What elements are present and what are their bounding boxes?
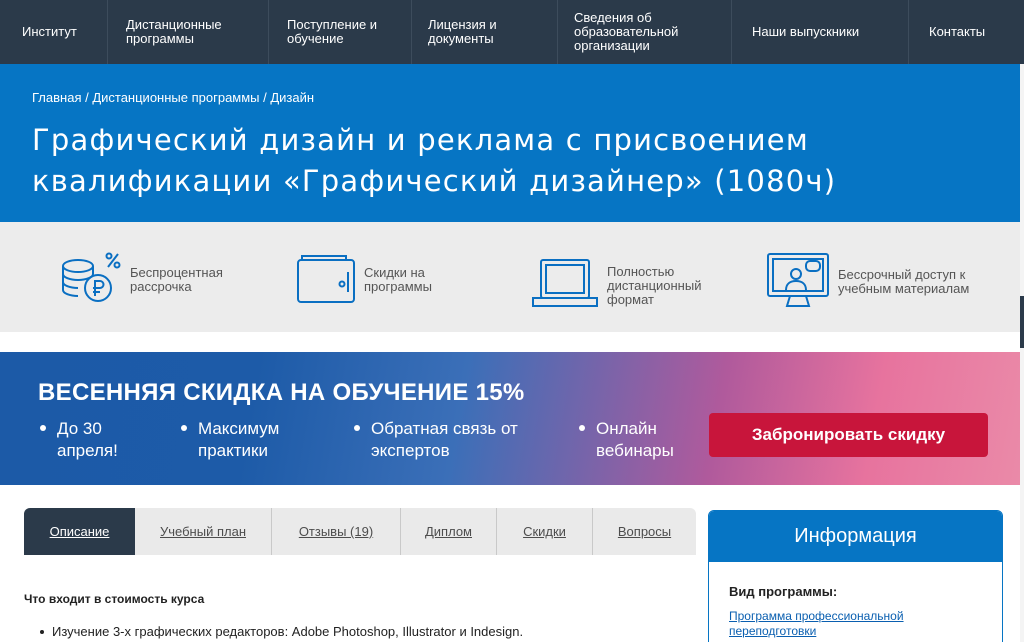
feature-text: Бессрочный доступ к учебным материалам (838, 266, 970, 296)
bullet-icon (354, 425, 360, 431)
nav-item-admission[interactable]: Поступление и обучение (269, 0, 412, 64)
nav-item-distance-programs[interactable]: Дистанционные программы (108, 0, 269, 64)
promo-point-line: Максимум (198, 419, 280, 438)
nav-item-organization-info[interactable]: Сведения об образовательной организации (558, 0, 732, 64)
tab-discounts[interactable]: Скидки (497, 508, 593, 555)
wallet-icon (296, 252, 364, 307)
breadcrumb-separator: / (81, 90, 93, 105)
promo-point-line: апреля! (57, 441, 118, 460)
nav-item-label: Институт (22, 24, 77, 39)
feature-remote-format: Полностью дистанционный формат (531, 256, 717, 315)
coins-percent-icon (54, 250, 130, 309)
promo-point: Максимум практики (181, 418, 280, 462)
tab-curriculum[interactable]: Учебный план (135, 508, 272, 555)
features-bar: Беспроцентная рассрочка Скидки на програ… (0, 222, 1020, 332)
breadcrumb-current[interactable]: Дизайн (270, 90, 314, 105)
promo-point-line: практики (198, 441, 268, 460)
info-panel-title: Информация (709, 511, 1002, 562)
nav-item-institute[interactable]: Институт (0, 0, 108, 64)
feature-text: Полностью дистанционный формат (607, 263, 702, 307)
nav-item-label: Поступление и обучение (287, 17, 378, 46)
program-tabs: Описание Учебный план Отзывы (19) Диплом… (24, 508, 696, 555)
promo-point: Обратная связь от экспертов (354, 418, 518, 462)
nav-item-label: Дистанционные программы (126, 17, 222, 46)
book-discount-button[interactable]: Забронировать скидку (709, 413, 988, 457)
nav-item-license[interactable]: Лицензия и документы (412, 0, 558, 64)
nav-item-label: Контакты (929, 24, 986, 39)
feature-text: Беспроцентная рассрочка (130, 264, 223, 294)
tab-diploma[interactable]: Диплом (401, 508, 497, 555)
top-navigation: Институт Дистанционные программы Поступл… (0, 0, 1024, 64)
promo-point: До 30 апреля! (40, 418, 118, 462)
laptop-icon (531, 256, 607, 315)
bullet-icon (181, 425, 187, 431)
nav-item-label: Наши выпускники (752, 24, 860, 39)
page-title: Графический дизайн и реклама с присвоени… (32, 123, 837, 198)
feature-unlimited-access: Бессрочный доступ к учебным материалам (766, 252, 983, 311)
nav-item-label: Лицензия и документы (428, 17, 497, 46)
feature-discounts: Скидки на программы (296, 252, 454, 307)
promo-title: ВЕСЕННЯЯ СКИДКА НА ОБУЧЕНИЕ 15% (38, 379, 525, 406)
nav-item-contacts[interactable]: Контакты (909, 0, 1024, 64)
promo-point-line: Онлайн (596, 419, 657, 438)
promo-point-line: До 30 (57, 419, 102, 438)
tab-questions[interactable]: Вопросы (593, 508, 696, 555)
nav-item-graduates[interactable]: Наши выпускники (732, 0, 909, 64)
program-type-link[interactable]: Программа профессиональной переподготовк… (729, 609, 949, 639)
page-header: Главная / Дистанционные программы / Диза… (0, 64, 1020, 222)
breadcrumb-home[interactable]: Главная (32, 90, 81, 105)
promo-point-line: Обратная связь от (371, 419, 518, 438)
section-heading: Что входит в стоимость курса (24, 592, 205, 606)
bullet-icon (40, 425, 46, 431)
info-panel: Информация Вид программы: Программа проф… (708, 510, 1003, 642)
bullet-icon (579, 425, 585, 431)
promo-point: Онлайн вебинары (579, 418, 674, 462)
nav-item-label: Сведения об образовательной организации (574, 10, 679, 53)
tab-description[interactable]: Описание (24, 508, 135, 555)
promo-point-line: вебинары (596, 441, 674, 460)
breadcrumb-separator: / (259, 90, 271, 105)
feature-installment: Беспроцентная рассрочка (54, 250, 240, 309)
page: Институт Дистанционные программы Поступл… (0, 0, 1024, 642)
promo-banner: ВЕСЕННЯЯ СКИДКА НА ОБУЧЕНИЕ 15% До 30 ап… (0, 352, 1020, 485)
program-type-label: Вид программы: (729, 584, 838, 599)
feature-text: Скидки на программы (364, 264, 432, 294)
scrollbar[interactable] (1020, 64, 1024, 642)
breadcrumb: Главная / Дистанционные программы / Диза… (32, 90, 314, 105)
scrollbar-thumb[interactable] (1020, 296, 1024, 348)
breadcrumb-programs[interactable]: Дистанционные программы (92, 90, 259, 105)
monitor-person-icon (766, 252, 838, 311)
list-item: Изучение 3-х графических редакторов: Ado… (39, 624, 524, 639)
promo-point-line: экспертов (371, 441, 450, 460)
tab-reviews[interactable]: Отзывы (19) (272, 508, 401, 555)
